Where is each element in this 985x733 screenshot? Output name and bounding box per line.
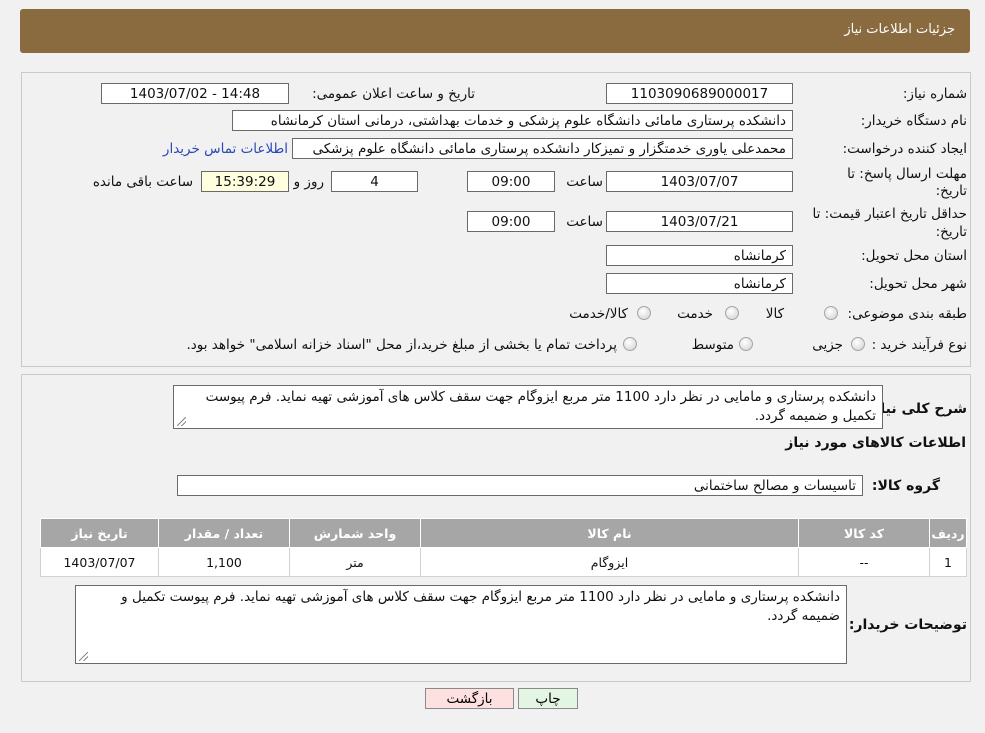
need-details-panel: شرح کلی نیاز: دانشکده پرستاری و مامایی د… (21, 374, 971, 682)
buyer-org-field: دانشکده پرستاری مامائی دانشگاه علوم پزشک… (232, 110, 793, 131)
col-unit-header: واحد شمارش (289, 518, 421, 548)
goods-group-label: گروه کالا: (871, 478, 940, 494)
price-validity-time-label: ساعت (566, 214, 603, 230)
goods-group-field: تاسیسات و مصالح ساختمانی (177, 475, 863, 496)
subject-category-label: طبقه بندی موضوعی: (847, 306, 967, 322)
print-button[interactable]: چاپ (518, 688, 578, 709)
back-button[interactable]: بازگشت (425, 688, 514, 709)
table-header-row: ردیف کد کالا نام کالا واحد شمارش تعداد /… (40, 518, 967, 548)
page-title: جزئیات اطلاعات نیاز (844, 22, 955, 37)
summary-textarea[interactable]: دانشکده پرستاری و مامایی در نظر دارد 110… (173, 385, 883, 429)
buyer-contact-link[interactable]: اطلاعات تماس خریدار (163, 141, 288, 157)
category-goods-service-label: کالا/خدمت (569, 306, 628, 322)
deadline-time-field: 09:00 (467, 171, 555, 192)
category-goods-label: کالا (765, 306, 784, 322)
buyer-notes-text: دانشکده پرستاری و مامایی در نظر دارد 110… (121, 589, 840, 624)
process-minor-radio[interactable] (851, 337, 865, 351)
need-number-field: 1103090689000017 (606, 83, 793, 104)
deadline-time-label: ساعت (566, 174, 603, 190)
delivery-city-label: شهر محل تحویل: (869, 276, 967, 292)
buyer-org-label: نام دستگاه خریدار: (860, 113, 967, 129)
col-code-header: کد کالا (798, 518, 930, 548)
remaining-time-field: 15:39:29 (201, 171, 289, 192)
requester-label: ایجاد کننده درخواست: (842, 141, 967, 157)
col-qty-header: تعداد / مقدار (158, 518, 290, 548)
deadline-label-date: تاریخ: (935, 183, 967, 199)
process-minor-label: جزیی (812, 337, 843, 353)
resize-grip-icon[interactable] (177, 417, 186, 426)
item-unit: متر (289, 547, 421, 577)
items-table: ردیف کد کالا نام کالا واحد شمارش تعداد /… (40, 518, 967, 577)
price-validity-time-field: 09:00 (467, 211, 555, 232)
table-row: 1 -- ایزوگام متر 1,100 1403/07/07 (40, 547, 967, 577)
category-goods-radio[interactable] (824, 306, 838, 320)
requester-field: محمدعلی یاوری خدمتگزار و تمیزکار دانشکده… (292, 138, 793, 159)
item-name: ایزوگام (420, 547, 799, 577)
row-number: 1 (929, 547, 967, 577)
days-label: روز و (293, 174, 324, 190)
buyer-notes-label: توضیحات خریدار: (848, 617, 967, 633)
need-number-label: شماره نیاز: (902, 86, 967, 102)
deadline-label: مهلت ارسال پاسخ: تا (847, 166, 967, 182)
item-quantity: 1,100 (158, 547, 290, 577)
remaining-time-label: ساعت باقی مانده (92, 174, 193, 190)
resize-grip-icon[interactable] (79, 652, 88, 661)
delivery-province-field: کرمانشاه (606, 245, 793, 266)
deadline-date-field: 1403/07/07 (606, 171, 793, 192)
delivery-city-field: کرمانشاه (606, 273, 793, 294)
process-medium-label: متوسط (691, 337, 734, 353)
page-header: جزئیات اطلاعات نیاز (20, 9, 970, 53)
category-service-label: خدمت (677, 306, 713, 322)
remaining-days-field: 4 (331, 171, 418, 192)
buyer-notes-textarea[interactable]: دانشکده پرستاری و مامایی در نظر دارد 110… (75, 585, 847, 664)
announce-date-label: تاریخ و ساعت اعلان عمومی: (312, 86, 475, 102)
treasury-payment-note: پرداخت تمام یا بخشی از مبلغ خرید،از محل … (186, 337, 617, 353)
purchase-process-label: نوع فرآیند خرید : (871, 337, 967, 353)
treasury-note-checkbox[interactable] (623, 337, 637, 351)
col-date-header: تاریخ نیاز (40, 518, 159, 548)
item-need-date: 1403/07/07 (40, 547, 159, 577)
col-name-header: نام کالا (420, 518, 799, 548)
col-row-header: ردیف (929, 518, 967, 548)
announce-date-field: 1403/07/02 - 14:48 (101, 83, 289, 104)
category-service-radio[interactable] (725, 306, 739, 320)
price-validity-label-date: تاریخ: (935, 224, 967, 240)
summary-text: دانشکده پرستاری و مامایی در نظر دارد 110… (205, 389, 876, 424)
process-medium-radio[interactable] (739, 337, 753, 351)
category-goods-service-radio[interactable] (637, 306, 651, 320)
items-heading: اطلاعات کالاهای مورد نیاز (785, 435, 966, 451)
price-validity-label: حداقل تاریخ اعتبار قیمت: تا (812, 206, 967, 222)
price-validity-date-field: 1403/07/21 (606, 211, 793, 232)
item-code: -- (798, 547, 930, 577)
delivery-province-label: استان محل تحویل: (861, 248, 967, 264)
